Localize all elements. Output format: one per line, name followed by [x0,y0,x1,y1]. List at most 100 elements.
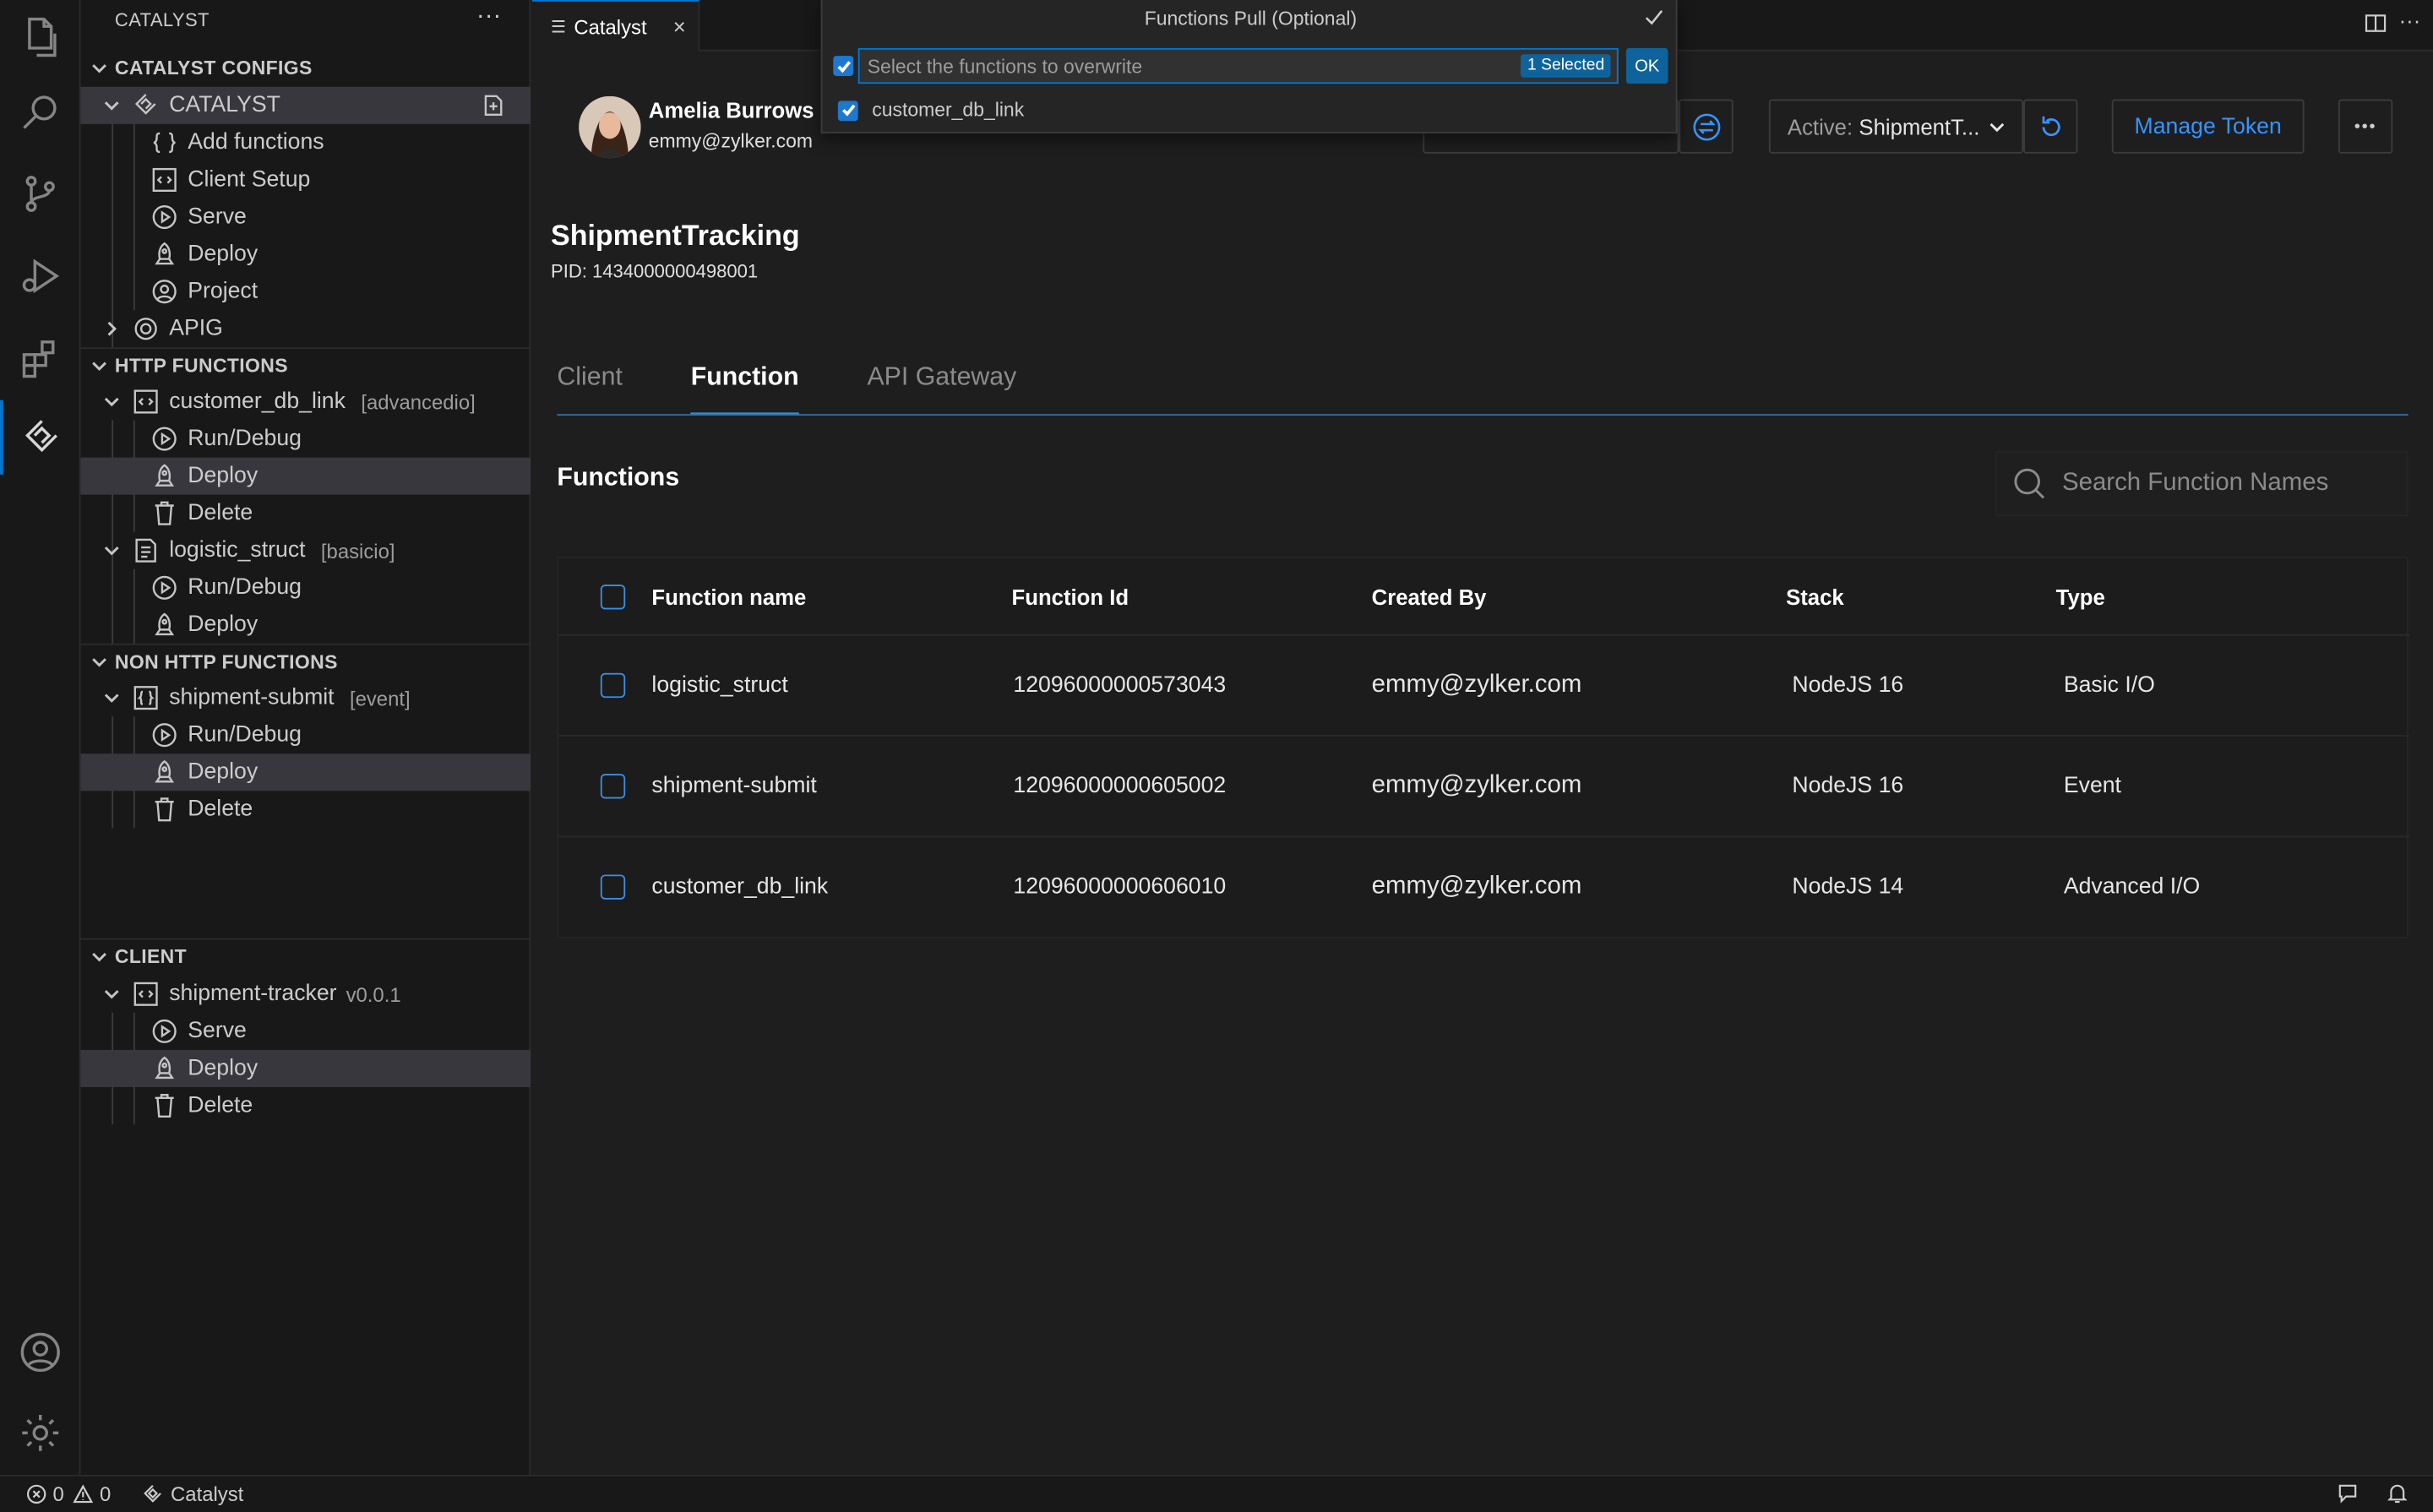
chevron-down-icon [102,541,121,560]
active-project-dropdown[interactable]: Active: ShipmentT... [1768,99,2024,154]
quickpick-title: Functions Pull (Optional) [1144,8,1358,30]
trash-icon [149,499,180,527]
tree-item-delete[interactable]: Delete [81,1087,531,1124]
tree-item-shipment-submit[interactable]: shipment-submit [event] [81,679,531,716]
column-header[interactable]: Function Id [1012,585,1129,609]
gear-cloud-icon [130,315,161,343]
select-all-checkbox[interactable] [600,585,626,610]
confirm-check-icon[interactable] [1643,6,1665,28]
section-client[interactable]: CLIENT [80,938,531,972]
new-file-icon[interactable] [478,91,509,119]
tab-catalyst[interactable]: ☰ Catalyst × [532,0,700,52]
tab-api-gateway[interactable]: API Gateway [867,363,1016,416]
item-checkbox[interactable] [837,100,858,121]
quickpick-input[interactable] [859,55,1511,77]
quickpick-item[interactable]: customer_db_link [837,93,1024,127]
function-name-cell: customer_db_link [651,874,829,900]
rocket-icon [149,611,180,639]
switch-project-button[interactable] [1679,99,1734,154]
feedback-icon[interactable] [2337,1482,2359,1504]
warning-icon [73,1484,94,1504]
row-checkbox[interactable] [600,874,626,900]
source-control-icon[interactable] [0,156,81,231]
catalyst-status-item[interactable]: Catalyst [143,1482,243,1506]
user-circle-icon [149,278,180,306]
table-row[interactable]: shipment-submit 12096000000605002 emmy@z… [558,737,2410,838]
code-window-icon [130,388,161,416]
tree-item-shipment-tracker[interactable]: shipment-tracker v0.0.1 [81,976,531,1013]
tree-item-logistic-struct[interactable]: logistic_struct [basicio] [81,532,531,569]
tree-item-add-functions[interactable]: Add functions [81,124,531,161]
column-header[interactable]: Created By [1372,585,1487,609]
tree-item-deploy[interactable]: Deploy [81,606,531,644]
avatar [579,95,641,159]
chevron-down-icon [81,947,115,965]
catalyst-logo-icon [130,91,161,119]
account-icon[interactable] [0,1315,81,1390]
row-checkbox[interactable] [600,672,626,699]
manage-token-button[interactable]: Manage Token [2111,99,2305,154]
select-all-checkbox[interactable] [833,56,854,76]
notification-bell-icon[interactable] [2387,1482,2409,1504]
row-checkbox[interactable] [600,774,626,799]
play-circle-icon [149,204,180,231]
tree-item-deploy[interactable]: Deploy [81,236,531,273]
function-id-cell: 12096000000573043 [1013,672,1227,699]
table-row[interactable]: customer_db_link 12096000000606010 emmy@… [558,837,2409,938]
project-id: PID: 1434000000498001 [551,260,759,283]
tree-item-delete[interactable]: Delete [81,791,531,828]
tree-item-serve[interactable]: Serve [81,199,531,236]
problems-indicator[interactable]: 0 0 [26,1482,111,1506]
chevron-down-icon [1989,122,2005,132]
play-circle-icon [149,425,180,453]
search-icon[interactable] [0,74,81,149]
rocket-icon [149,1054,180,1082]
tree-item-catalyst[interactable]: CATALYST [80,86,531,124]
column-header[interactable]: Stack [1786,585,1844,609]
settings-gear-icon[interactable] [0,1395,81,1470]
tree-item-serve[interactable]: Serve [81,1013,531,1050]
tree-item-run-debug[interactable]: Run/Debug [81,569,531,606]
search-function-input[interactable] [2062,470,2373,498]
tree-item-run-debug[interactable]: Run/Debug [81,716,531,753]
split-editor-icon[interactable] [2365,13,2387,35]
extensions-icon[interactable] [0,321,81,395]
play-circle-icon [149,721,180,749]
code-window-icon [130,980,161,1008]
tree-item-run-debug[interactable]: Run/Debug [81,421,531,458]
user-email: emmy@zylker.com [648,130,814,152]
tree-item-client-setup[interactable]: Client Setup [81,161,531,199]
tree-item-deploy[interactable]: Deploy [80,1049,531,1087]
preview-icon: ☰ [551,18,567,37]
tree-item-apig[interactable]: APIG [81,310,531,347]
tree-item-deploy[interactable]: Deploy [80,457,531,495]
catalyst-icon[interactable] [0,400,81,475]
functions-heading: Functions [557,463,680,492]
run-debug-icon[interactable] [0,239,81,313]
close-icon[interactable]: × [673,14,686,39]
chevron-down-icon [102,392,121,411]
tree-item-project[interactable]: Project [81,273,531,310]
section-non-http-functions[interactable]: NON HTTP FUNCTIONS [80,643,531,677]
more-options-button[interactable]: ••• [2338,99,2393,154]
ok-button[interactable]: OK [1625,47,1668,84]
tab-client[interactable]: Client [557,363,622,416]
column-header[interactable]: Function name [651,585,806,609]
tree-item-customer-db-link[interactable]: customer_db_link [advancedio] [81,383,531,420]
switch-icon [1692,112,1720,140]
explorer-icon[interactable] [0,0,81,74]
user-name: Amelia Burrows [648,97,814,123]
tree-item-delete[interactable]: Delete [81,495,531,532]
refresh-icon [2041,115,2060,136]
tab-function[interactable]: Function [690,363,799,416]
sidebar-more-icon[interactable]: ··· [476,3,501,31]
editor-more-icon[interactable]: ··· [2399,8,2421,32]
braces-icon [149,128,180,156]
section-catalyst-configs[interactable]: CATALYST CONFIGS [81,52,531,85]
column-header[interactable]: Type [2056,585,2105,609]
section-http-functions[interactable]: HTTP FUNCTIONS [80,347,531,381]
refresh-button[interactable] [2023,99,2078,154]
table-row[interactable]: logistic_struct 12096000000573043 emmy@z… [558,636,2410,737]
tree-item-deploy[interactable]: Deploy [80,753,531,791]
table-header-row: Function name Function Id Created By Sta… [558,558,2410,636]
